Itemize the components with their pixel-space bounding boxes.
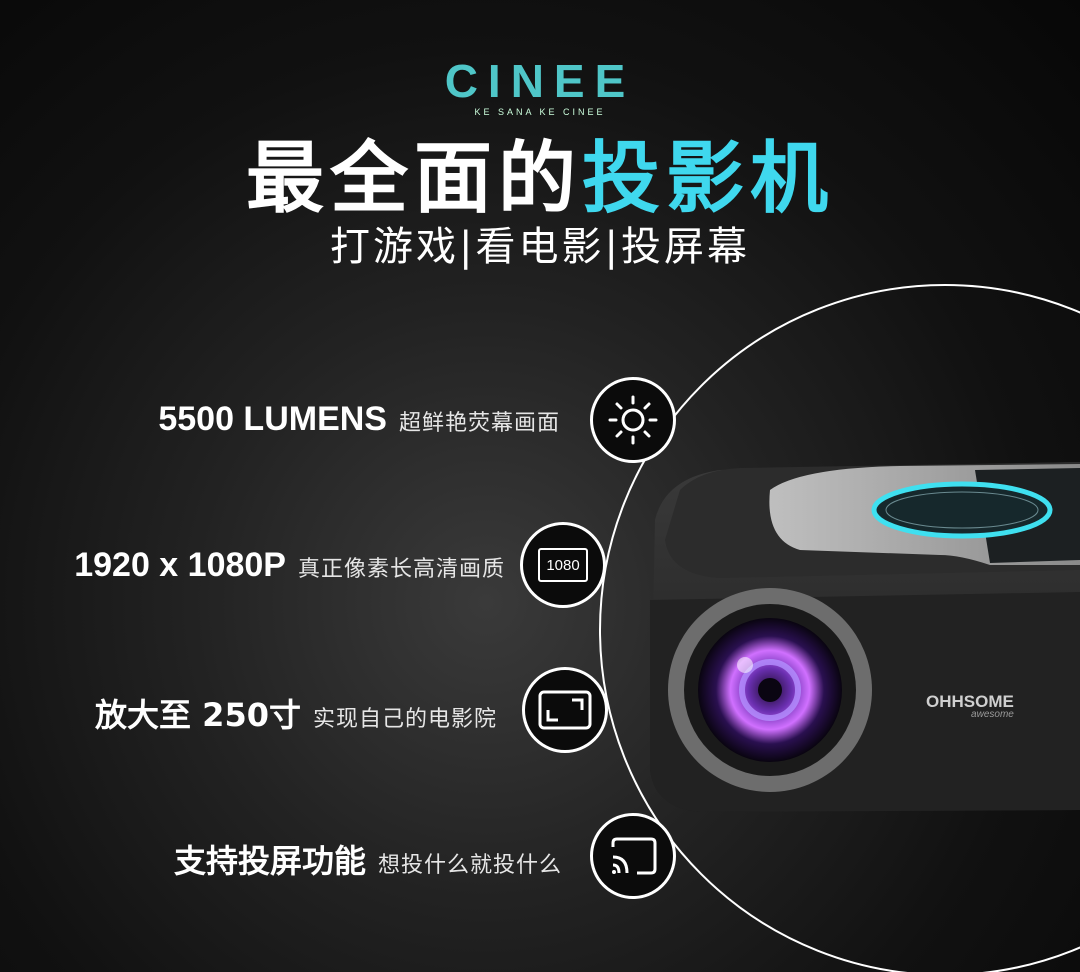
feature-brightness: 5500 LUMENS 超鲜艳荧幕画面 bbox=[158, 400, 560, 439]
title-part1: 最全面的 bbox=[245, 134, 582, 224]
brightness-icon bbox=[590, 377, 676, 463]
resolution-icon-text: 1080 bbox=[546, 556, 580, 574]
feature-main: 支持投屏功能 bbox=[173, 842, 366, 880]
feature-main: 5500 LUMENS bbox=[158, 400, 387, 438]
feature-resolution: 1920 x 1080P 真正像素长高清画质 bbox=[74, 546, 505, 585]
resolution-1080-icon: 1080 bbox=[520, 522, 606, 608]
feature-sub: 想投什么就投什么 bbox=[377, 853, 562, 878]
feature-sub: 真正像素长高清画质 bbox=[297, 557, 505, 582]
brand-tagline: KE SANA KE CINEE bbox=[474, 107, 606, 117]
page-title: 最全面的投影机 bbox=[0, 134, 1080, 224]
projector-brand: OHHSOME awesome bbox=[926, 692, 1014, 720]
cast-icon bbox=[590, 813, 676, 899]
brand-name: CINEE bbox=[444, 55, 636, 107]
brand-logo: CINEE KE SANA KE CINEE bbox=[0, 58, 1080, 117]
page-subtitle: 打游戏|看电影|投屏幕 bbox=[330, 224, 750, 270]
title-highlight: 投影机 bbox=[582, 134, 835, 224]
feature-sub: 实现自己的电影院 bbox=[312, 707, 497, 732]
projector-body bbox=[650, 462, 1080, 812]
feature-sub: 超鲜艳荧幕画面 bbox=[398, 411, 560, 436]
feature-casting: 支持投屏功能 想投什么就投什么 bbox=[174, 836, 562, 882]
feature-screen-size: 放大至 250寸 实现自己的电影院 bbox=[95, 690, 497, 736]
feature-main: 放大至 250寸 bbox=[95, 696, 301, 734]
screen-expand-icon bbox=[522, 667, 608, 753]
feature-main: 1920 x 1080P bbox=[74, 546, 286, 584]
